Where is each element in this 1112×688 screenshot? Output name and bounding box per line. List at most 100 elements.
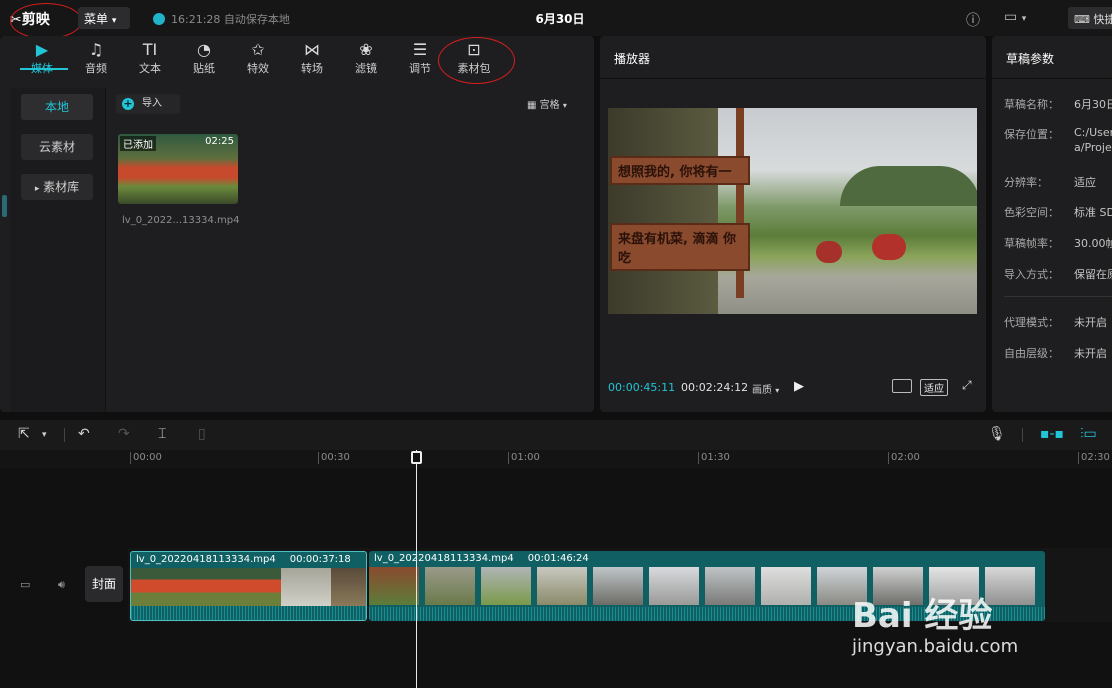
sign-board-2: 来盘有机菜, 滴滴 你吃 — [610, 223, 750, 271]
sidebar-item-library-label: 素材库 — [43, 180, 80, 194]
filter-icon: ❀ — [359, 40, 373, 59]
draft-param-value: 未开启 — [1074, 316, 1107, 329]
annotation-circle-logo — [10, 3, 82, 39]
draft-param-label: 代理模式： — [1004, 316, 1059, 329]
track-visibility-icon[interactable]: ▭ — [20, 578, 30, 591]
draft-param-label: 草稿名称： — [1004, 98, 1059, 111]
chevron-down-icon[interactable]: ▾ — [42, 430, 47, 440]
fullscreen-icon[interactable]: ⤢ — [962, 378, 972, 393]
clip-name: lv_0_20220418113334.mp4 — [374, 553, 514, 564]
plus-icon: + — [122, 97, 134, 110]
draft-param-label: 保存位置： — [1004, 128, 1059, 141]
delete-icon[interactable]: ▯ — [198, 426, 206, 442]
draft-param-label: 分辨率： — [1004, 176, 1048, 189]
menu-button[interactable]: 菜单 ▾ — [78, 7, 130, 29]
cover-button[interactable]: 封面 — [85, 566, 123, 602]
microphone-icon[interactable]: 🎙 — [988, 426, 1006, 442]
draft-param-value: 30.00帧 — [1074, 237, 1112, 250]
timeline-clip[interactable]: lv_0_20220418113334.mp4 00:00:37:18 — [130, 551, 367, 621]
clip-label: lv_0_20220418113334.mp4 00:00:37:18 — [136, 554, 351, 565]
ruler-tick: 01:30 — [698, 452, 730, 464]
view-mode-dropdown[interactable]: ▦ 宫格 ▾ — [527, 96, 567, 111]
tab-label: 文本 — [139, 62, 161, 75]
clip-filmstrip — [131, 568, 366, 606]
waveform-icon[interactable] — [892, 379, 912, 393]
draft-param-value: 适应 — [1074, 176, 1096, 189]
tab-label: 滤镜 — [355, 62, 377, 75]
time-ruler[interactable]: 00:00 00:30 01:00 01:30 02:00 02:30 — [0, 450, 1112, 468]
effects-icon: ✩ — [251, 40, 265, 59]
sidebar-item-library[interactable]: ▸ 素材库 — [21, 174, 93, 200]
current-time: 00:00:45:11 — [608, 381, 676, 394]
sidebar-item-local[interactable]: 本地 — [21, 94, 93, 120]
media-thumbnail[interactable]: 已添加 02:25 — [118, 134, 238, 204]
panel-resize-handle[interactable] — [2, 195, 7, 217]
sticker-icon: ◔ — [197, 40, 211, 59]
media-icon: ▶ — [35, 40, 49, 59]
draft-param-value: 标准 SD — [1074, 206, 1112, 219]
shortcut-button[interactable]: ⌨ 快捷 — [1068, 7, 1112, 29]
redo-icon[interactable]: ↷ — [118, 426, 130, 442]
adjust-icon: ☰ — [412, 40, 428, 59]
quality-label: 画质 — [752, 385, 772, 396]
chevron-down-icon: ▾ — [111, 16, 117, 26]
select-tool-icon[interactable]: ⇱ — [18, 426, 30, 442]
split-icon[interactable]: ⌶ — [158, 426, 166, 442]
tree-foliage — [608, 108, 718, 314]
clip-duration: 00:00:37:18 — [289, 554, 351, 565]
divider — [600, 78, 986, 79]
draft-param-value: 未开启 — [1074, 347, 1107, 360]
import-label: 导入 — [142, 98, 162, 109]
tab-filter[interactable]: ❀ 滤镜 — [344, 40, 388, 76]
ruler-tick: 02:00 — [888, 452, 920, 464]
clip-duration: 00:01:46:24 — [527, 553, 589, 564]
draft-param-row: 分辨率： 适应 — [1004, 174, 1112, 190]
player-panel: 播放器 想照我的, 你将有一 来盘有机菜, 滴滴 你吃 00:00:45:11 … — [600, 36, 986, 412]
media-sidebar: 本地 云素材 ▸ 素材库 — [10, 88, 106, 412]
import-button[interactable]: + 导入 — [116, 94, 180, 114]
audio-waveform — [131, 606, 366, 620]
tab-media[interactable]: ▶ 媒体 — [20, 40, 64, 76]
layout-icon[interactable]: ▭ ▾ — [1004, 9, 1026, 25]
video-preview[interactable]: 想照我的, 你将有一 来盘有机菜, 滴滴 你吃 — [608, 108, 977, 314]
divider — [1004, 296, 1112, 297]
autosave-text: 16:21:28 自动保存本地 — [171, 13, 290, 26]
watermark-brand: Bai 经验 — [852, 596, 993, 636]
chevron-down-icon: ▾ — [562, 101, 567, 110]
draft-param-value: 保留在原 — [1074, 268, 1112, 281]
thumb-duration: 02:25 — [205, 136, 234, 147]
tab-transition[interactable]: ⋈ 转场 — [290, 40, 334, 76]
sidebar-item-cloud[interactable]: 云素材 — [21, 134, 93, 160]
top-bar: ✂剪映 菜单 ▾ 16:21:28 自动保存本地 6月30日 ⓘ ▭ ▾ ⌨ 快… — [0, 0, 1112, 39]
draft-params-panel: 草稿参数 草稿名称： 6月30日 保存位置： C:/User a/Proje 分辨率： 适应… — [992, 36, 1112, 412]
divider — [64, 428, 65, 442]
tab-text[interactable]: TI 文本 — [128, 40, 172, 76]
draft-param-label: 色彩空间： — [1004, 206, 1059, 219]
ruler-tick: 01:00 — [508, 452, 540, 464]
quality-dropdown[interactable]: 画质 ▾ — [752, 381, 779, 396]
tab-audio[interactable]: ♫ 音频 — [74, 40, 118, 76]
tab-adjust[interactable]: ☰ 调节 — [398, 40, 442, 76]
draft-param-row: 草稿帧率： 30.00帧 — [1004, 235, 1112, 251]
play-icon[interactable]: ▶ — [794, 379, 804, 394]
tab-sticker[interactable]: ◔ 贴纸 — [182, 40, 226, 76]
draft-param-value: 6月30日 — [1074, 98, 1112, 111]
chevron-down-icon: ▾ — [775, 386, 780, 395]
draft-param-label: 导入方式： — [1004, 268, 1059, 281]
playhead-handle[interactable] — [411, 451, 422, 464]
draft-param-value: a/Proje — [1074, 141, 1112, 154]
draft-param-label: 自由层级： — [1004, 347, 1059, 360]
link-tracks-icon[interactable]: ▪-▪ — [1040, 426, 1064, 442]
undo-icon[interactable]: ↶ — [78, 426, 90, 442]
fit-button[interactable]: 适应 — [920, 379, 948, 396]
track-mute-icon[interactable]: 🔊︎ — [58, 578, 65, 592]
playhead[interactable] — [416, 450, 417, 688]
ruler-tick: 02:30 — [1078, 452, 1110, 464]
ruler-tick: 00:00 — [130, 452, 162, 464]
shrub — [872, 234, 906, 260]
snap-icon[interactable]: ⫶▭ — [1080, 426, 1097, 442]
tab-effects[interactable]: ✩ 特效 — [236, 40, 280, 76]
help-icon[interactable]: ⓘ — [966, 10, 980, 30]
divider — [1022, 428, 1023, 442]
tab-label: 转场 — [301, 62, 323, 75]
